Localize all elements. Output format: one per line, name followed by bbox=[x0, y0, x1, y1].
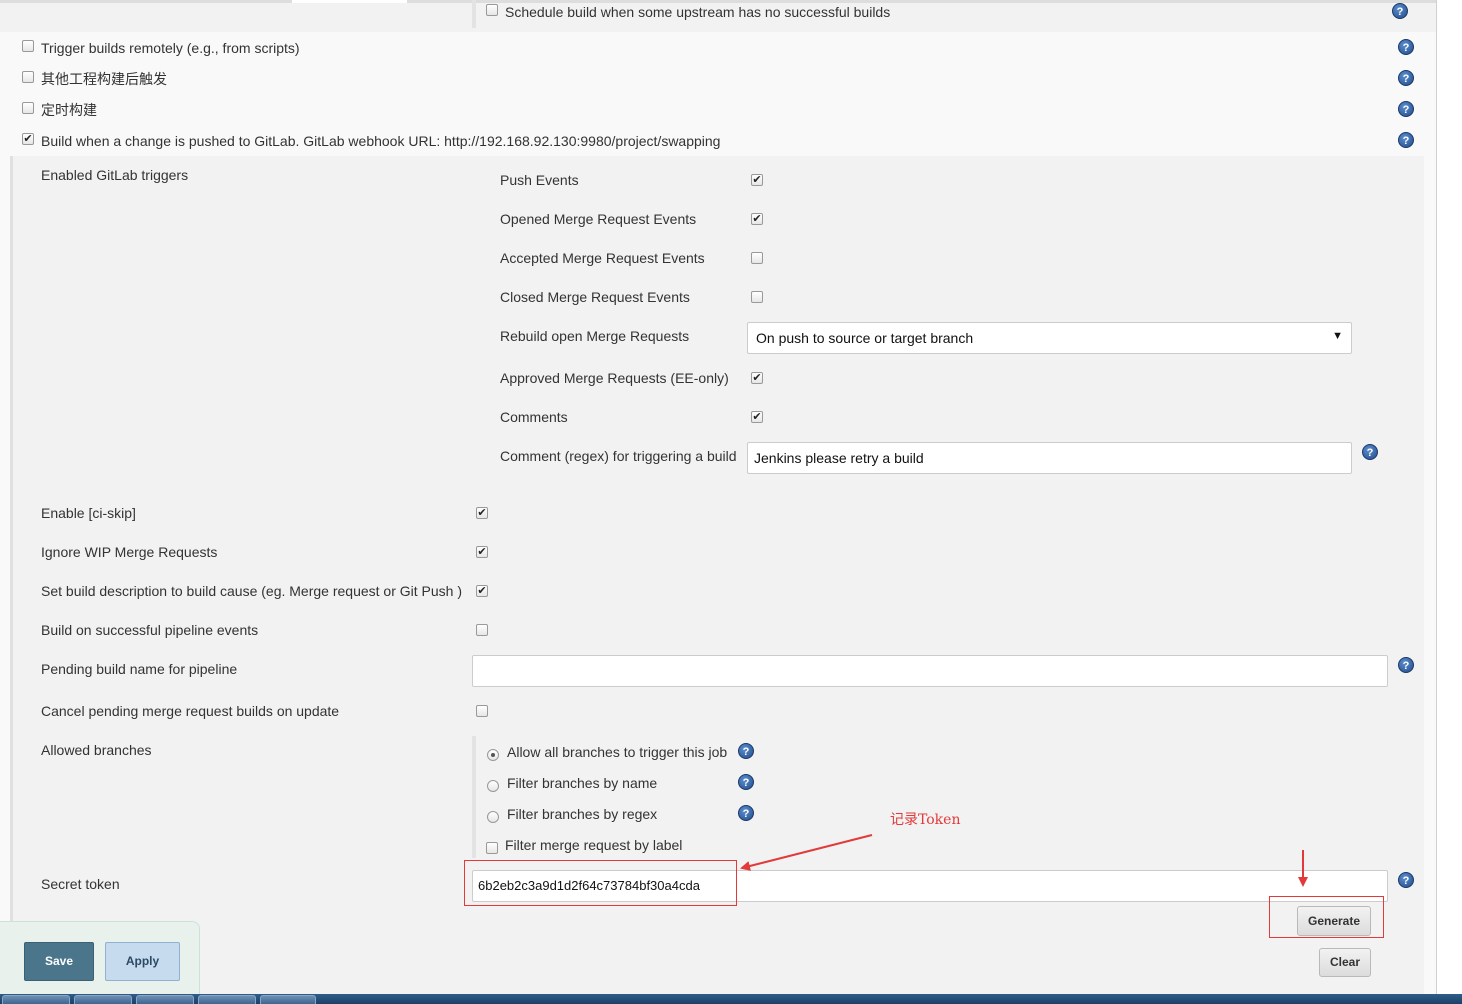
taskbar-item[interactable] bbox=[198, 995, 256, 1004]
taskbar-item[interactable] bbox=[136, 995, 194, 1004]
taskbar-item[interactable] bbox=[74, 995, 132, 1004]
annotation-arrows bbox=[740, 834, 1308, 887]
taskbar-item[interactable] bbox=[260, 995, 316, 1004]
apply-button[interactable]: Apply bbox=[105, 942, 180, 981]
taskbar-item[interactable] bbox=[2, 995, 70, 1004]
arrow-to-token bbox=[740, 834, 873, 871]
save-button[interactable]: Save bbox=[24, 942, 94, 981]
